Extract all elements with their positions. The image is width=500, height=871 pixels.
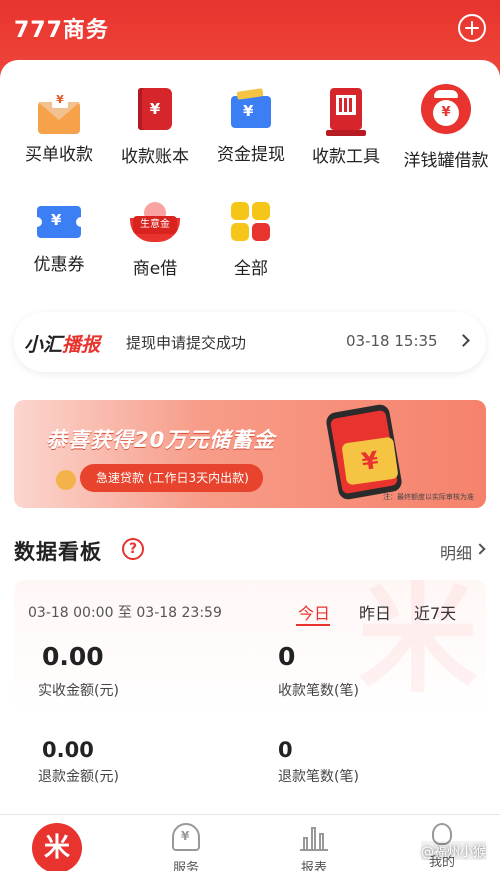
service-label: 资金提现 — [217, 145, 285, 165]
brand-watermark: 米 — [358, 580, 478, 709]
coupon-ticket-icon: ¥ — [32, 206, 86, 238]
app-title: 777商务 — [14, 18, 109, 43]
news-broadcast-bar[interactable]: 小汇播报 提现申请提交成功 03-18 15:35 — [14, 312, 486, 372]
tab-service[interactable]: ¥ 服务 — [156, 823, 216, 871]
bar-chart-icon — [300, 823, 328, 851]
tab-home[interactable]: 米 — [32, 823, 82, 871]
envelope-yuan-icon: ¥ — [38, 92, 80, 134]
service-label: 商e借 — [132, 259, 178, 279]
broadcast-message: 提现申请提交成功 — [126, 334, 247, 352]
received-amount-label: 实收金额(元) — [38, 683, 119, 699]
banner-title: 恭喜获得20万元储蓄金 — [46, 428, 276, 452]
gold-ingot-icon: 生意金 — [130, 202, 180, 242]
tab-label: 服务 — [172, 861, 199, 871]
service-label: 收款工具 — [312, 147, 380, 167]
received-amount-value: 0.00 — [42, 642, 104, 671]
refund-count-label: 退款笔数(笔) — [278, 769, 359, 785]
service-label: 收款账本 — [121, 147, 189, 167]
service-label: 优惠券 — [33, 255, 85, 275]
service-ledger[interactable]: ¥ 收款账本 — [107, 88, 203, 167]
date-range: 03-18 00:00 至 03-18 23:59 — [28, 605, 222, 621]
money-jar-icon: ¥ — [421, 84, 471, 134]
service-withdraw[interactable]: ¥ 资金提现 — [203, 88, 299, 165]
tab-yesterday[interactable]: 昨日 — [359, 600, 391, 624]
dashboard-title: 数据看板 — [14, 540, 102, 564]
refund-count-value: 0 — [278, 738, 293, 762]
service-label: 洋钱罐借款 — [403, 151, 489, 171]
broadcast-logo: 小汇播报 — [24, 334, 101, 356]
stats-card: 米 03-18 00:00 至 03-18 23:59 今日 昨日 近7天 0.… — [14, 580, 486, 806]
broadcast-time: 03-18 15:35 — [346, 332, 438, 350]
detail-link[interactable]: 明细 — [440, 540, 472, 564]
overlay-watermark: @福州小猴 — [420, 841, 486, 860]
heart-yuan-icon: ¥ — [172, 823, 200, 851]
tab-today[interactable]: 今日 — [298, 600, 330, 624]
wallet-icon: ¥ — [231, 96, 271, 128]
ledger-book-icon: ¥ — [138, 88, 172, 130]
refund-amount-label: 退款金额(元) — [38, 769, 119, 785]
promo-banner[interactable]: 恭喜获得20万元储蓄金 急速贷款 (工作日3天内出款) ¥ 注：最终额度以实际审… — [14, 400, 486, 508]
service-coupon[interactable]: ¥ 优惠券 — [11, 198, 107, 275]
service-label: 全部 — [234, 259, 268, 279]
bottom-tab-bar: 米 ¥ 服务 报表 我的 @福州小猴 — [0, 814, 500, 871]
banner-cta[interactable]: 急速贷款 (工作日3天内出款) — [80, 464, 263, 492]
help-icon[interactable]: ? — [122, 538, 144, 560]
yuan-red-packet-icon: ¥ — [341, 436, 399, 486]
tab-last-7-days[interactable]: 近7天 — [414, 600, 456, 624]
refund-amount-value: 0.00 — [42, 738, 94, 762]
tab-reports[interactable]: 报表 — [284, 823, 344, 871]
service-jar-loan[interactable]: ¥ 洋钱罐借款 — [394, 84, 498, 171]
service-label: 买单收款 — [25, 145, 93, 165]
service-pay-collect[interactable]: ¥ 买单收款 — [11, 88, 107, 165]
tab-active-indicator — [296, 624, 330, 626]
tab-label: 报表 — [300, 861, 327, 871]
service-business-loan[interactable]: 生意金 商e借 — [107, 198, 203, 279]
payment-count-label: 收款笔数(笔) — [278, 683, 359, 699]
service-all[interactable]: 全部 — [203, 198, 299, 279]
grid-apps-icon — [231, 202, 271, 242]
payment-count-value: 0 — [278, 642, 296, 671]
banner-disclaimer: 注：最终额度以实际审核为准 — [383, 493, 474, 501]
chevron-right-icon — [457, 334, 470, 347]
coin-icon — [56, 470, 76, 490]
service-tools[interactable]: 收款工具 — [298, 88, 394, 167]
qr-stand-icon — [326, 88, 366, 136]
add-icon[interactable] — [458, 14, 486, 42]
